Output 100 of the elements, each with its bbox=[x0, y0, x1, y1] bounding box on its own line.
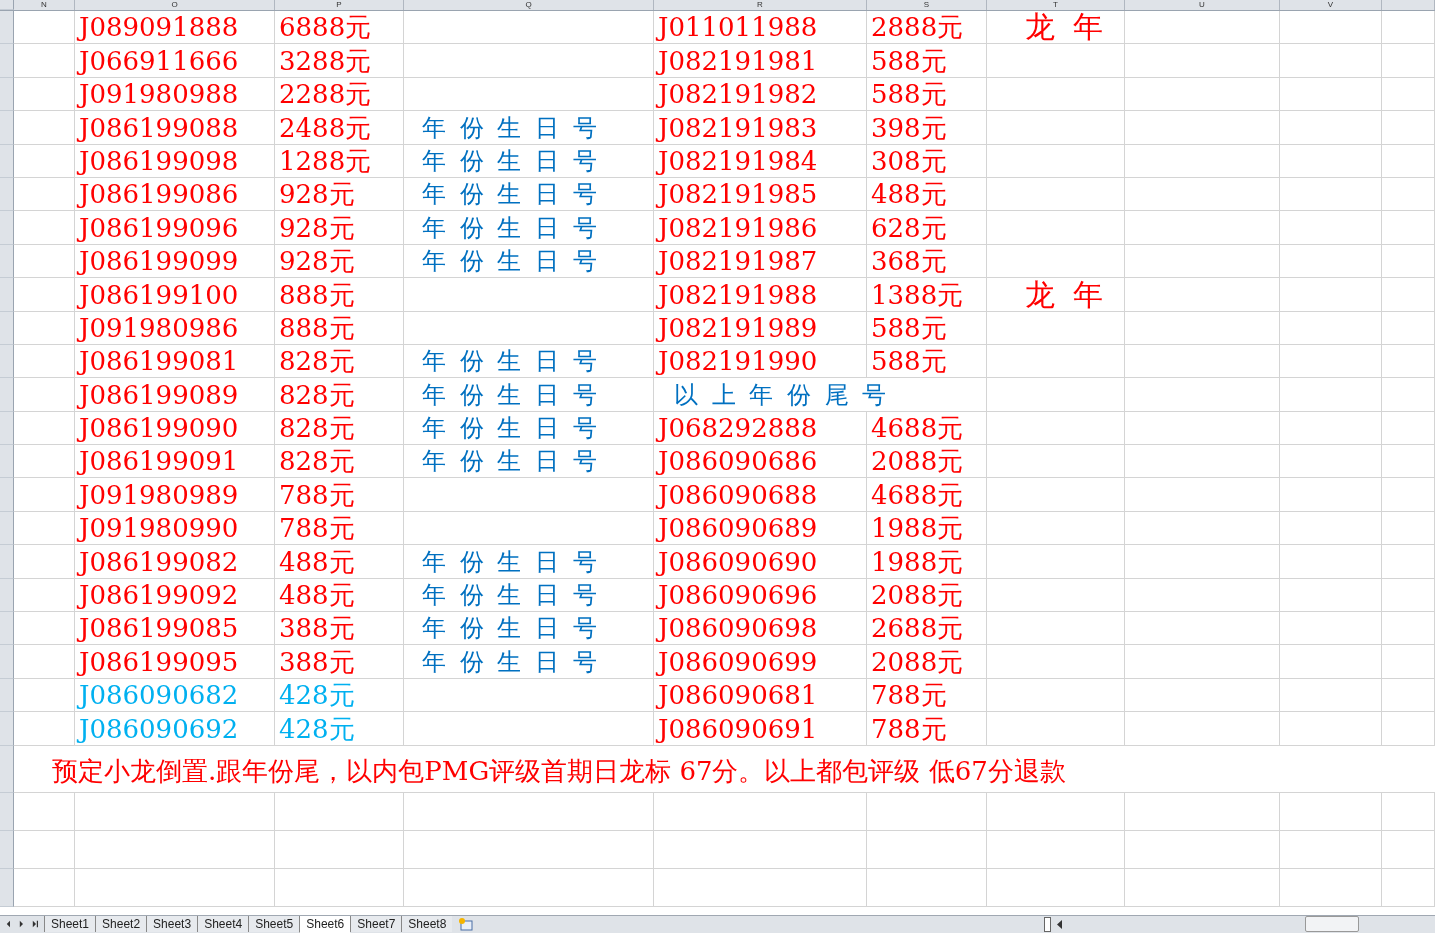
table-cell bbox=[14, 411, 75, 446]
table-cell: 828元 bbox=[275, 411, 404, 446]
row-header[interactable] bbox=[0, 792, 14, 831]
table-cell: J086199091 bbox=[75, 445, 275, 479]
table-cell: J086090681 bbox=[654, 678, 867, 713]
sheet-tab[interactable]: Sheet2 bbox=[95, 916, 147, 933]
table-cell: 2888元 bbox=[867, 11, 987, 45]
table-cell bbox=[14, 678, 75, 713]
row-header[interactable] bbox=[0, 211, 14, 245]
table-cell: 828元 bbox=[275, 378, 404, 412]
table-cell: 588元 bbox=[867, 344, 987, 379]
table-cell bbox=[14, 445, 75, 479]
sheet-tab[interactable]: Sheet5 bbox=[248, 916, 300, 933]
table-cell: J082191981 bbox=[654, 44, 867, 78]
table-cell: 2088元 bbox=[867, 445, 987, 479]
scrollbar-thumb[interactable] bbox=[1305, 916, 1360, 933]
table-cell: 年 份 生 日 号 bbox=[404, 144, 654, 178]
row-header[interactable] bbox=[0, 311, 14, 345]
table-cell bbox=[14, 177, 75, 212]
sheet-tab[interactable]: Sheet3 bbox=[146, 916, 198, 933]
row-header[interactable] bbox=[0, 44, 14, 78]
table-cell bbox=[14, 511, 75, 546]
splitter-handle[interactable] bbox=[1044, 916, 1052, 932]
table-cell: 4688元 bbox=[867, 478, 987, 512]
table-cell: 888元 bbox=[275, 311, 404, 345]
sheet-tab[interactable]: Sheet6 bbox=[299, 915, 351, 933]
table-cell: J082191985 bbox=[654, 177, 867, 212]
column-header[interactable]: Q bbox=[404, 0, 654, 10]
table-cell: J091980990 bbox=[75, 511, 275, 546]
table-cell bbox=[14, 344, 75, 379]
table-cell: 龙 年 bbox=[987, 11, 1125, 45]
table-cell: 1988元 bbox=[867, 545, 987, 579]
row-header[interactable] bbox=[0, 612, 14, 646]
row-header[interactable] bbox=[0, 868, 14, 907]
column-header[interactable]: R bbox=[654, 0, 867, 10]
table-cell bbox=[1382, 77, 1435, 112]
table-cell: 888元 bbox=[275, 278, 404, 312]
table-cell: 368元 bbox=[867, 244, 987, 279]
row-header[interactable] bbox=[0, 77, 14, 112]
column-header[interactable]: S bbox=[867, 0, 987, 10]
column-header[interactable]: P bbox=[275, 0, 404, 10]
row-header[interactable] bbox=[0, 11, 14, 45]
table-cell: J068292888 bbox=[654, 411, 867, 446]
table-cell bbox=[1382, 378, 1435, 412]
table-cell: 龙 年 bbox=[987, 278, 1125, 312]
column-header[interactable]: V bbox=[1280, 0, 1382, 10]
table-cell bbox=[14, 645, 75, 679]
table-cell: 2488元 bbox=[275, 111, 404, 145]
table-cell bbox=[1382, 678, 1435, 713]
table-cell bbox=[1382, 411, 1435, 446]
column-header[interactable]: T bbox=[987, 0, 1125, 10]
row-header[interactable] bbox=[0, 177, 14, 212]
row-header[interactable] bbox=[0, 278, 14, 312]
table-cell bbox=[1382, 712, 1435, 746]
last-sheet-icon[interactable] bbox=[31, 920, 38, 929]
row-header[interactable] bbox=[0, 344, 14, 379]
table-cell: 928元 bbox=[275, 244, 404, 279]
next-sheet-icon[interactable] bbox=[18, 920, 24, 929]
table-cell: J091980986 bbox=[75, 311, 275, 345]
row-header[interactable] bbox=[0, 745, 14, 793]
row-header[interactable] bbox=[0, 645, 14, 679]
row-header[interactable] bbox=[0, 678, 14, 713]
column-header[interactable]: N bbox=[14, 0, 75, 10]
sheet-tab[interactable]: Sheet7 bbox=[350, 916, 402, 933]
table-cell: J086199099 bbox=[75, 244, 275, 279]
scroll-left-icon[interactable] bbox=[1057, 919, 1064, 929]
row-header[interactable] bbox=[0, 111, 14, 145]
row-header[interactable] bbox=[0, 445, 14, 479]
table-cell: 488元 bbox=[275, 578, 404, 613]
row-header[interactable] bbox=[0, 144, 14, 178]
row-header[interactable] bbox=[0, 244, 14, 279]
table-cell: J086090691 bbox=[654, 712, 867, 746]
table-cell: 398元 bbox=[867, 111, 987, 145]
table-cell: 588元 bbox=[867, 77, 987, 112]
table-cell: J091980988 bbox=[75, 77, 275, 112]
row-header[interactable] bbox=[0, 830, 14, 869]
sheet-tab[interactable]: Sheet4 bbox=[197, 916, 249, 933]
table-cell bbox=[14, 244, 75, 279]
row-header[interactable] bbox=[0, 478, 14, 512]
new-sheet-icon[interactable] bbox=[458, 917, 475, 931]
select-all-corner[interactable] bbox=[0, 0, 14, 10]
row-header[interactable] bbox=[0, 578, 14, 613]
table-cell: 928元 bbox=[275, 177, 404, 212]
table-cell: J082191984 bbox=[654, 144, 867, 178]
table-cell: J011011988 bbox=[654, 11, 867, 45]
column-header[interactable]: O bbox=[75, 0, 275, 10]
table-cell: J082191988 bbox=[654, 278, 867, 312]
table-cell: 788元 bbox=[867, 712, 987, 746]
sheet-tab[interactable]: Sheet8 bbox=[401, 916, 453, 933]
table-cell: J086199086 bbox=[75, 177, 275, 212]
row-header[interactable] bbox=[0, 378, 14, 412]
table-cell: J082191990 bbox=[654, 344, 867, 379]
first-sheet-icon[interactable] bbox=[6, 920, 11, 929]
column-header[interactable]: U bbox=[1125, 0, 1280, 10]
table-cell bbox=[1382, 211, 1435, 245]
row-header[interactable] bbox=[0, 511, 14, 546]
row-header[interactable] bbox=[0, 545, 14, 579]
sheet-tab[interactable]: Sheet1 bbox=[44, 916, 96, 933]
row-header[interactable] bbox=[0, 411, 14, 446]
row-header[interactable] bbox=[0, 712, 14, 746]
